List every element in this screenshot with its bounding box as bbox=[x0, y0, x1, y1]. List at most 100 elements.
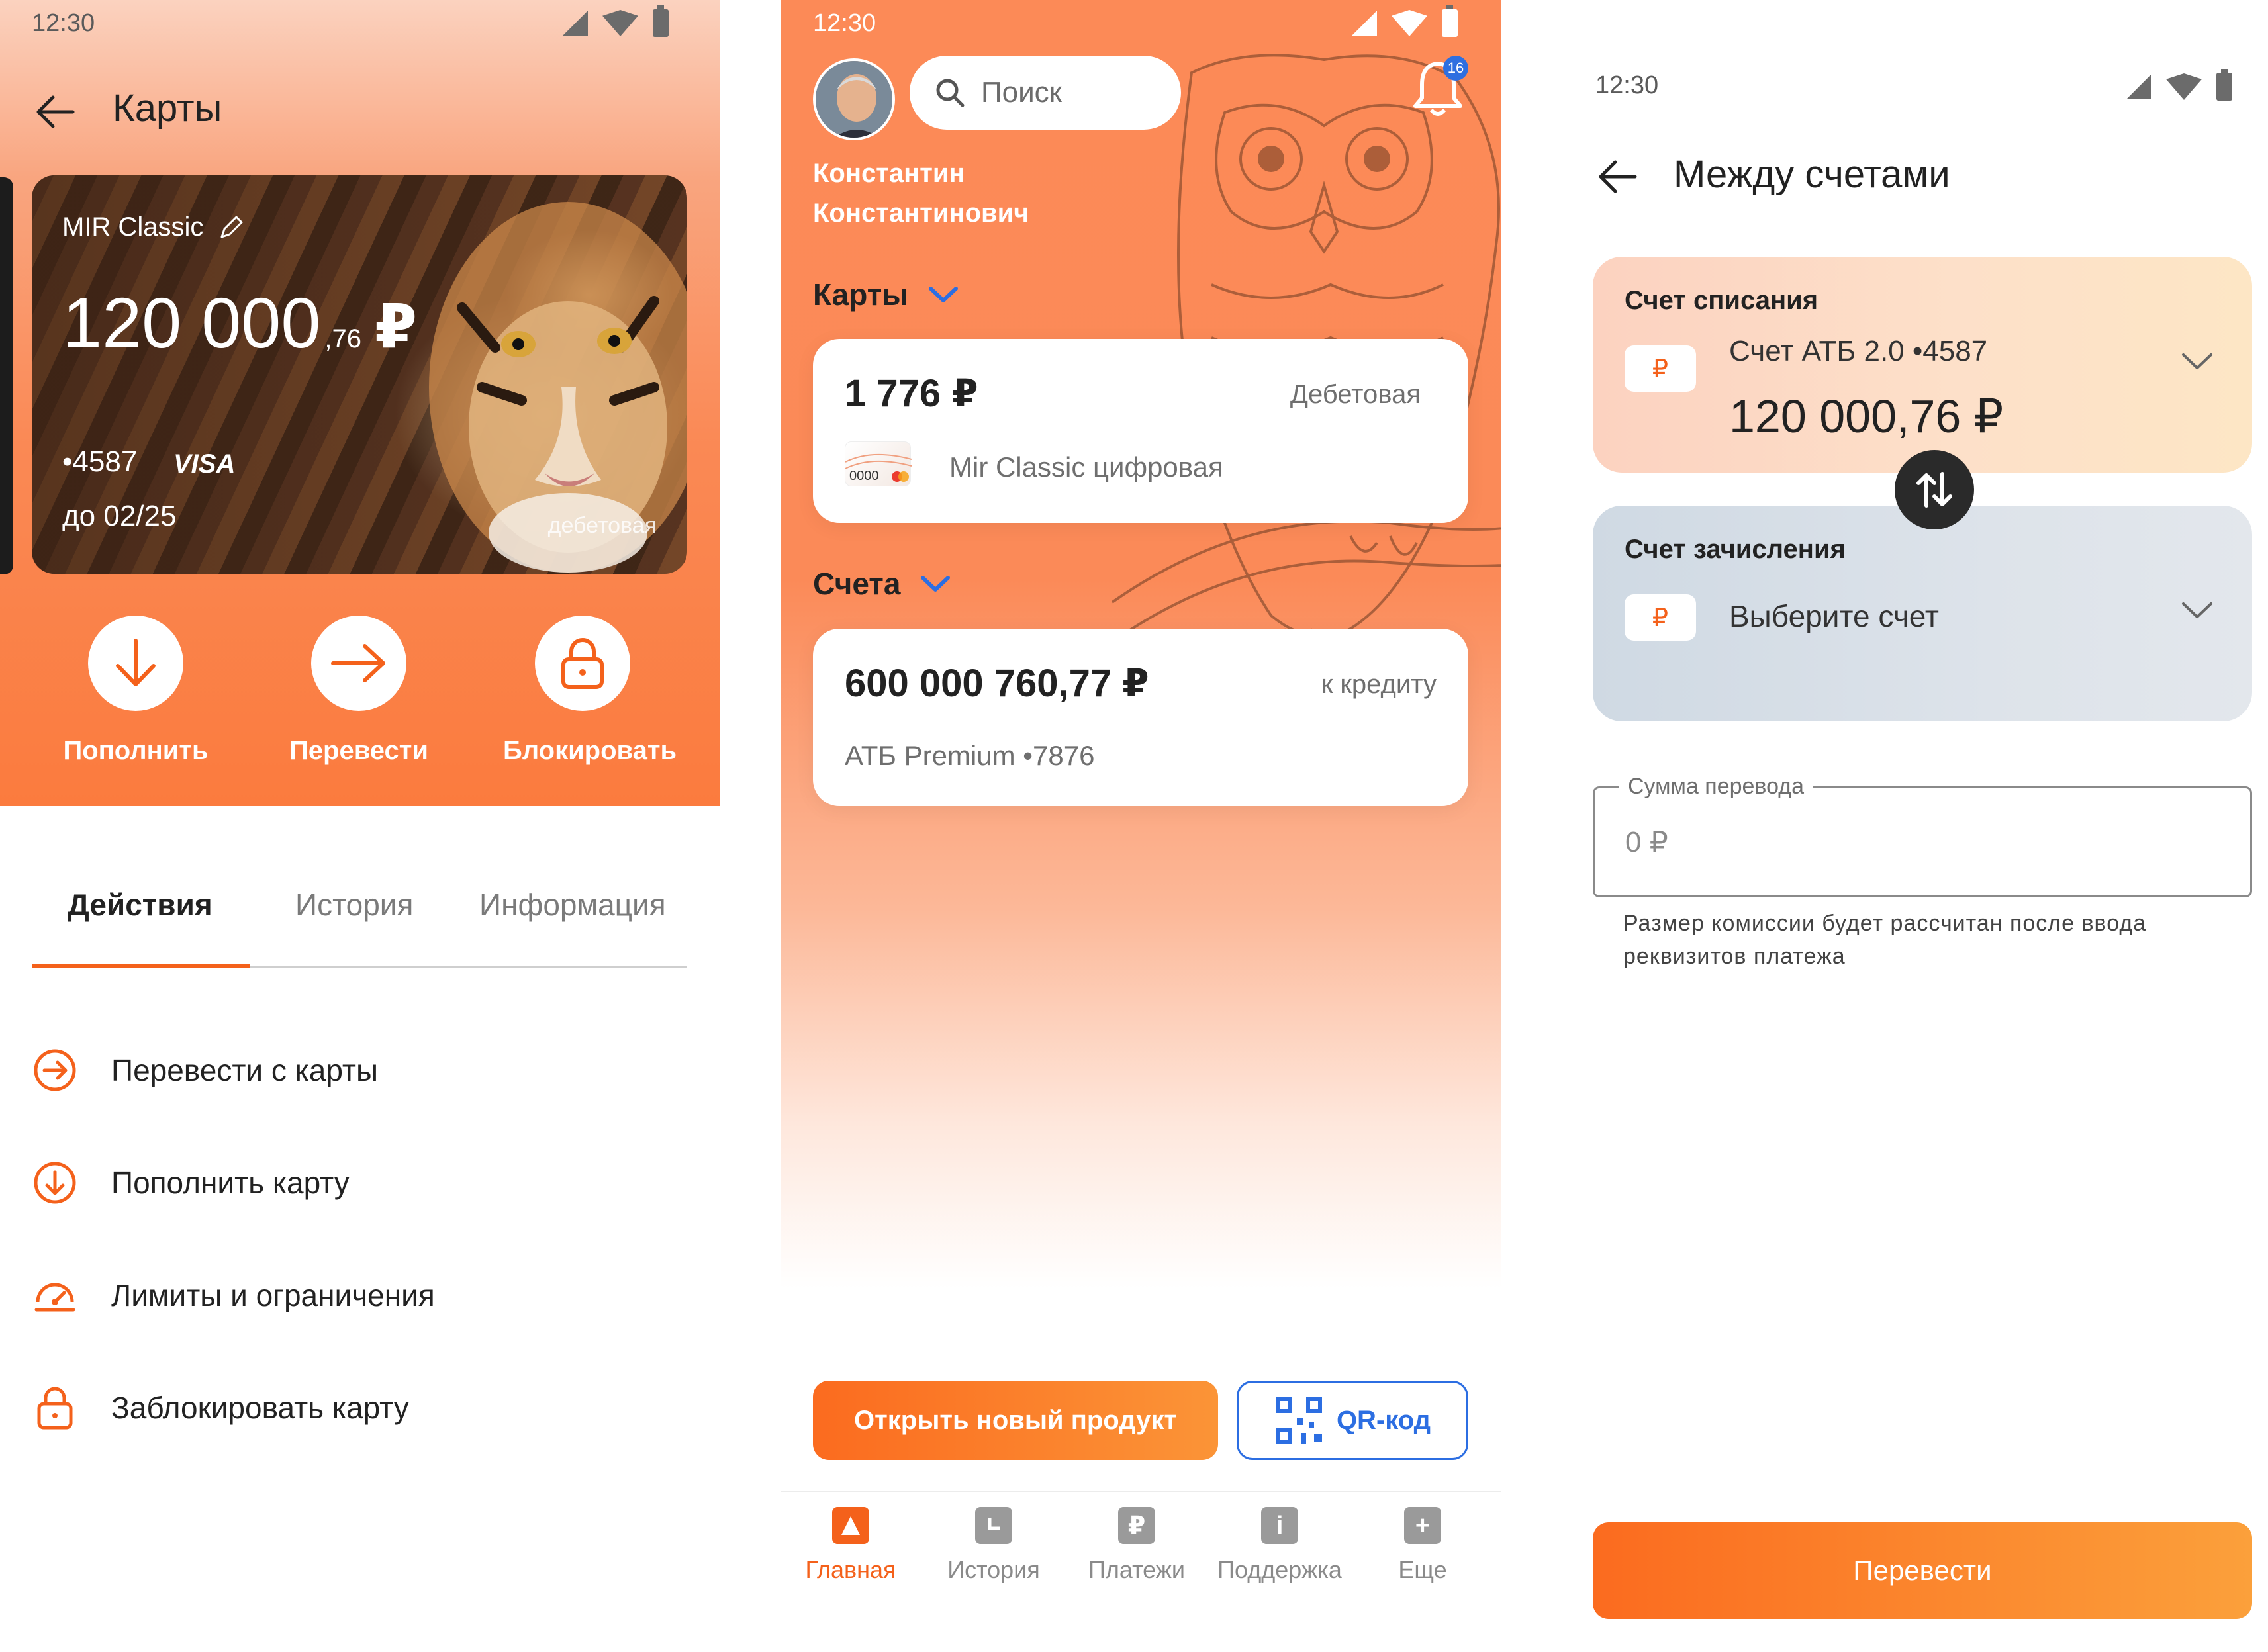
plus-icon: + bbox=[1404, 1507, 1441, 1544]
nav-more-label: Еще bbox=[1398, 1556, 1447, 1583]
cards-section-header[interactable]: Карты bbox=[813, 277, 959, 312]
open-new-product-button[interactable]: Открыть новый продукт bbox=[813, 1381, 1218, 1460]
signal-icon bbox=[2126, 74, 2151, 99]
credit-account-select[interactable]: Счет зачисления ₽ Выберите счет bbox=[1593, 506, 2252, 721]
user-patronymic: Константинович bbox=[813, 199, 1029, 228]
transfer-action-label: Перевести bbox=[289, 736, 428, 765]
mini-card-number: 0000 bbox=[849, 469, 879, 483]
card-product-item[interactable]: 1 776 ₽ Дебетовая 0000 Mir Classic цифро… bbox=[813, 339, 1468, 523]
transfer-action-circle[interactable] bbox=[311, 616, 406, 711]
search-input[interactable]: Поиск bbox=[910, 56, 1181, 130]
arrow-down-icon bbox=[116, 639, 156, 686]
signal-icon bbox=[563, 11, 588, 36]
accounts-section-title: Счета bbox=[813, 567, 901, 601]
status-icons bbox=[563, 5, 669, 37]
card-type: дебетовая bbox=[547, 513, 657, 538]
bottom-navigation: Главная История ₽ Платежи i Поддержка + … bbox=[781, 1491, 1501, 1652]
clock-icon bbox=[975, 1507, 1012, 1544]
chevron-down-icon bbox=[921, 576, 951, 592]
wifi-icon bbox=[602, 10, 638, 36]
status-time: 12:30 bbox=[813, 9, 876, 37]
card-expiry: до 02/25 bbox=[62, 500, 177, 532]
qr-code-icon bbox=[1275, 1397, 1322, 1444]
nav-support-label: Поддержка bbox=[1217, 1556, 1342, 1583]
home-screen: 12:30 Поиск 16 Константин Константинович… bbox=[781, 0, 1501, 1652]
nav-more[interactable]: + Еще bbox=[1353, 1507, 1492, 1584]
bank-card[interactable]: MIR Classic 120 000 ,76 ₽ •4587 VISA до … bbox=[32, 175, 687, 574]
card-balance: 120 000 ,76 ₽ bbox=[62, 281, 417, 364]
account-product-item[interactable]: 600 000 760,77 ₽ к кредиту АТБ Premium •… bbox=[813, 629, 1468, 806]
nav-payments[interactable]: ₽ Платежи bbox=[1067, 1507, 1206, 1584]
tab-actions[interactable]: Действия bbox=[68, 887, 213, 923]
mini-card-image: 0000 bbox=[845, 441, 912, 486]
transfer-circle-icon bbox=[32, 1047, 78, 1093]
notification-badge: 16 bbox=[1443, 56, 1468, 81]
menu-item-limits[interactable]: Лимиты и ограничения bbox=[32, 1265, 687, 1325]
topup-action[interactable]: Пополнить bbox=[56, 616, 215, 766]
menu-item-block-card[interactable]: Заблокировать карту bbox=[32, 1378, 687, 1438]
wifi-icon bbox=[2166, 73, 2202, 100]
nav-home[interactable]: Главная bbox=[781, 1507, 920, 1584]
cards-screen: 12:30 Карты MIR Classic 120 000 ,76 ₽ •4… bbox=[0, 0, 720, 1652]
qr-code-button[interactable]: QR-код bbox=[1237, 1381, 1468, 1460]
block-action-circle[interactable] bbox=[535, 616, 630, 711]
nav-support[interactable]: i Поддержка bbox=[1210, 1507, 1349, 1584]
accounts-section-header[interactable]: Счета bbox=[813, 566, 951, 602]
card-product-name: Mir Classic цифровая bbox=[949, 451, 1223, 482]
menu-item-topup-card[interactable]: Пополнить карту bbox=[32, 1153, 687, 1213]
nav-home-label: Главная bbox=[805, 1556, 896, 1583]
gauge-icon bbox=[32, 1272, 78, 1318]
account-type: к кредиту bbox=[1321, 670, 1437, 699]
tab-history[interactable]: История bbox=[295, 887, 413, 923]
transfer-amount-field[interactable]: Сумма перевода 0 ₽ bbox=[1593, 774, 2252, 897]
topup-action-circle[interactable] bbox=[88, 616, 183, 711]
transfer-submit-button[interactable]: Перевести bbox=[1593, 1522, 2252, 1619]
previous-card-edge[interactable] bbox=[0, 177, 13, 574]
signal-icon bbox=[1352, 11, 1377, 36]
ruble-icon: ₽ bbox=[1625, 345, 1696, 392]
transfer-amount-value: 0 ₽ bbox=[1625, 826, 1668, 858]
swap-accounts-button[interactable] bbox=[1895, 450, 1974, 529]
edit-pencil-icon[interactable] bbox=[218, 214, 244, 241]
battery-icon bbox=[653, 5, 669, 37]
menu-item-label: Перевести с карты bbox=[111, 1053, 379, 1087]
debit-account-select[interactable]: Счет списания ₽ Счет АТБ 2.0 •4587 120 0… bbox=[1593, 257, 2252, 473]
nav-payments-label: Платежи bbox=[1088, 1556, 1185, 1583]
nav-history[interactable]: История bbox=[924, 1507, 1063, 1584]
credit-account-placeholder: Выберите счет bbox=[1729, 599, 1939, 633]
ruble-icon: ₽ bbox=[1118, 1507, 1155, 1544]
card-name: MIR Classic bbox=[62, 212, 204, 242]
home-icon bbox=[832, 1507, 869, 1544]
user-first-name: Константин bbox=[813, 159, 965, 188]
block-action[interactable]: Блокировать bbox=[503, 616, 677, 766]
account-name: АТБ Premium •7876 bbox=[845, 740, 1095, 771]
chevron-down-icon bbox=[928, 287, 958, 302]
tab-info[interactable]: Информация bbox=[479, 887, 666, 923]
credit-account-label: Счет зачисления bbox=[1625, 535, 1846, 564]
search-placeholder: Поиск bbox=[981, 76, 1062, 109]
back-arrow-icon[interactable] bbox=[34, 95, 75, 128]
battery-icon bbox=[1442, 5, 1458, 37]
card-balance-main: 120 000 bbox=[62, 283, 321, 363]
page-title: Карты bbox=[113, 87, 222, 130]
menu-item-transfer-from-card[interactable]: Перевести с карты bbox=[32, 1040, 687, 1100]
debit-account-balance: 120 000,76 ₽ bbox=[1729, 390, 2004, 442]
page-title: Между счетами bbox=[1674, 153, 1950, 196]
wifi-icon bbox=[1392, 10, 1427, 36]
status-time: 12:30 bbox=[1595, 71, 1659, 99]
active-tab-indicator bbox=[32, 964, 250, 968]
swap-arrows-icon bbox=[1916, 472, 1952, 508]
card-balance-cents: ,76 bbox=[324, 324, 362, 353]
status-icons bbox=[1352, 5, 1458, 37]
back-arrow-icon[interactable] bbox=[1597, 160, 1638, 193]
lock-icon bbox=[32, 1385, 78, 1431]
transfer-amount-legend: Сумма перевода bbox=[1619, 774, 1814, 800]
visa-logo: VISA bbox=[173, 449, 236, 479]
avatar[interactable] bbox=[813, 58, 895, 140]
status-time: 12:30 bbox=[32, 9, 95, 37]
card-currency: ₽ bbox=[375, 293, 418, 361]
transfer-action[interactable]: Перевести bbox=[279, 616, 438, 766]
user-name[interactable]: Константин Константинович bbox=[813, 154, 1029, 233]
qr-code-label: QR-код bbox=[1336, 1405, 1431, 1435]
card-product-type: Дебетовая bbox=[1290, 380, 1421, 409]
